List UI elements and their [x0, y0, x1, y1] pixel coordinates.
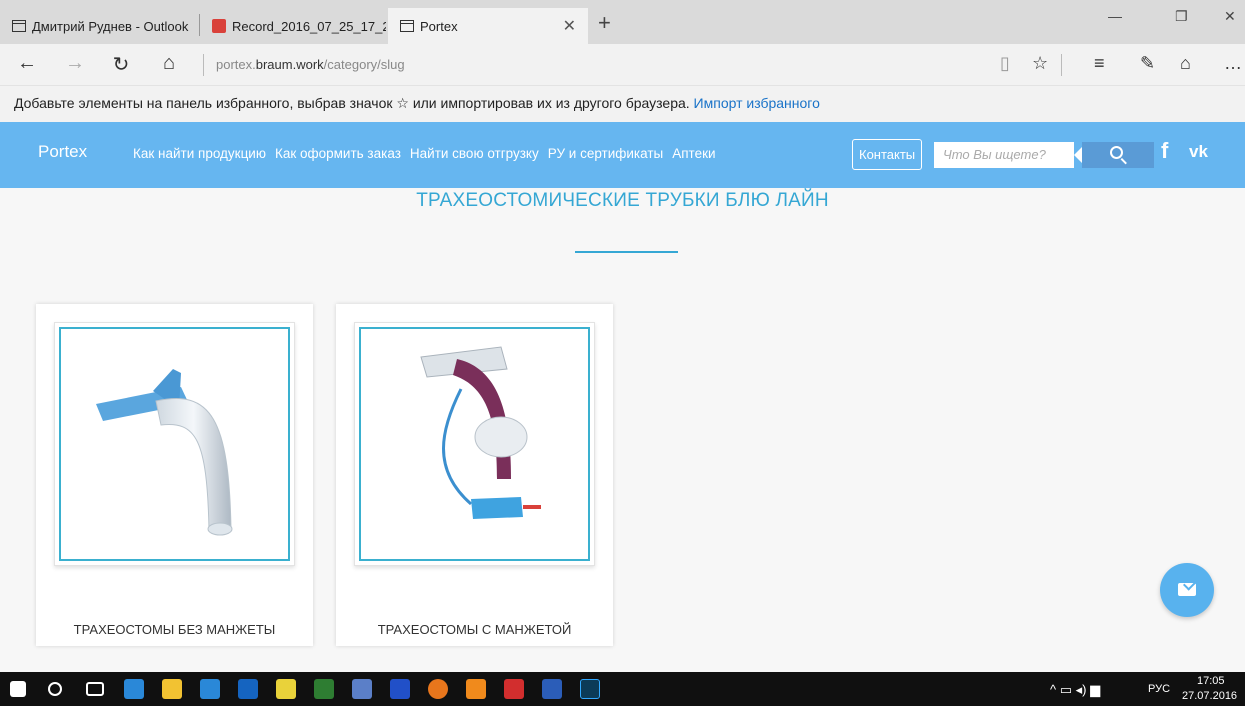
- menu-item-how-to-order[interactable]: Как оформить заказ: [275, 146, 401, 161]
- product-card-uncuffed[interactable]: ТРАХЕОСТОМЫ БЕЗ МАНЖЕТЫ: [36, 304, 313, 646]
- tab-outlook[interactable]: Дмитрий Руднев - Outlook: [0, 8, 198, 44]
- web-note-icon[interactable]: ✎: [1140, 53, 1155, 74]
- file-explorer-icon[interactable]: [162, 679, 182, 699]
- mail-icon[interactable]: [200, 679, 220, 699]
- search-input[interactable]: Что Вы ищете?: [934, 142, 1074, 168]
- site-header: Portex Как найти продукцию Как оформить …: [0, 122, 1245, 188]
- close-window-icon[interactable]: ✕: [1224, 8, 1236, 25]
- menu-item-find-shipment[interactable]: Найти свою отгрузку: [410, 146, 539, 161]
- close-tab-icon[interactable]: ✕: [563, 16, 576, 36]
- reading-view-icon[interactable]: ▯: [1000, 53, 1010, 74]
- page-icon: [12, 20, 26, 32]
- facebook-icon[interactable]: f: [1161, 138, 1168, 164]
- product-image-frame: [354, 322, 595, 566]
- media-icon[interactable]: [276, 679, 296, 699]
- address-separator: [203, 54, 204, 76]
- tab-title: Portex: [420, 18, 458, 34]
- windows-taskbar: ^ ▭ ◂) ▆ РУС 17:05 27.07.2016: [0, 672, 1245, 706]
- search-arrow: [1074, 147, 1082, 163]
- app-red-icon[interactable]: [504, 679, 524, 699]
- toolbar-separator: [1061, 54, 1062, 76]
- more-icon[interactable]: …: [1224, 53, 1242, 74]
- share-icon[interactable]: ⌂: [1180, 53, 1191, 74]
- forward-icon[interactable]: →: [62, 52, 88, 75]
- back-icon[interactable]: ←: [14, 52, 40, 75]
- vk-icon[interactable]: vk: [1189, 142, 1208, 162]
- clock-date[interactable]: 27.07.2016: [1182, 690, 1237, 702]
- restore-icon[interactable]: ❐: [1175, 8, 1188, 25]
- tab-title: Дмитрий Руднев - Outlook: [32, 18, 189, 34]
- outlook-icon[interactable]: [238, 679, 258, 699]
- clock-time[interactable]: 17:05: [1197, 675, 1225, 687]
- word-icon[interactable]: [542, 679, 562, 699]
- site-logo[interactable]: Portex: [38, 142, 87, 162]
- firefox-icon[interactable]: [428, 679, 448, 699]
- app-icon[interactable]: [352, 679, 372, 699]
- browser-window: Дмитрий Руднев - Outlook Record_2016_07_…: [0, 0, 1245, 706]
- language-indicator[interactable]: РУС: [1148, 683, 1170, 695]
- product-image: [359, 327, 590, 561]
- product-image: [59, 327, 290, 561]
- product-caption[interactable]: ТРАХЕОСТОМЫ БЕЗ МАНЖЕТЫ: [36, 622, 313, 637]
- title-underline: [575, 251, 678, 253]
- search-taskbar-icon[interactable]: [48, 682, 62, 696]
- address-toolbar: ← → ↻ ⌂ portex.braum.work/category/slug …: [0, 44, 1245, 86]
- tray-icons[interactable]: ^ ▭ ◂) ▆: [1050, 682, 1100, 698]
- hub-icon[interactable]: ≡: [1094, 53, 1105, 74]
- favorites-hint: Добавьте элементы на панель избранного, …: [14, 95, 690, 111]
- clapperboard-icon: [212, 19, 226, 33]
- tab-title: Record_2016_07_25_17_22_: [232, 18, 386, 34]
- menu-item-certificates[interactable]: РУ и сертификаты: [548, 146, 663, 161]
- task-view-icon[interactable]: [86, 682, 104, 696]
- cuffed-tracheostomy-tube-illustration: [420, 346, 541, 519]
- start-icon[interactable]: [10, 681, 26, 697]
- product-image-frame: [54, 322, 295, 566]
- page-icon: [400, 20, 414, 32]
- message-button[interactable]: [1160, 563, 1214, 617]
- home-icon[interactable]: ⌂: [156, 52, 182, 75]
- minimize-icon[interactable]: —: [1108, 8, 1122, 24]
- menu-item-pharmacies[interactable]: Аптеки: [672, 146, 715, 161]
- app-orange-icon[interactable]: [466, 679, 486, 699]
- page-title: ТРАХЕОСТОМИЧЕСКИЕ ТРУБКИ БЛЮ ЛАЙН: [416, 190, 829, 211]
- tracheostomy-tube-illustration: [96, 369, 233, 536]
- photoshop-icon[interactable]: [580, 679, 600, 699]
- product-caption[interactable]: ТРАХЕОСТОМЫ С МАНЖЕТОЙ: [336, 622, 613, 637]
- product-card-cuffed[interactable]: ТРАХЕОСТОМЫ С МАНЖЕТОЙ: [336, 304, 613, 646]
- search-icon: [1110, 146, 1123, 159]
- refresh-icon[interactable]: ↻: [108, 52, 134, 77]
- favorites-bar: Добавьте элементы на панель избранного, …: [0, 86, 1245, 122]
- contacts-button[interactable]: Контакты: [852, 139, 923, 170]
- dreamweaver-icon[interactable]: [314, 679, 334, 699]
- tab-bar: Дмитрий Руднев - Outlook Record_2016_07_…: [0, 0, 1245, 44]
- address-field[interactable]: portex.braum.work/category/slug: [216, 57, 405, 72]
- envelope-icon: [1178, 583, 1196, 596]
- search-button[interactable]: [1082, 142, 1154, 168]
- tab-portex[interactable]: Portex ✕: [388, 8, 588, 44]
- edge-icon[interactable]: [124, 679, 144, 699]
- main-menu: Как найти продукцию Как оформить заказ Н…: [133, 146, 716, 161]
- menu-item-find-products[interactable]: Как найти продукцию: [133, 146, 266, 161]
- favorite-star-icon[interactable]: ☆: [1032, 53, 1048, 74]
- calendar-app-icon[interactable]: [390, 679, 410, 699]
- new-tab-icon[interactable]: +: [598, 10, 611, 36]
- tab-record[interactable]: Record_2016_07_25_17_22_: [200, 8, 386, 44]
- import-favorites-link[interactable]: Импорт избранного: [694, 95, 820, 111]
